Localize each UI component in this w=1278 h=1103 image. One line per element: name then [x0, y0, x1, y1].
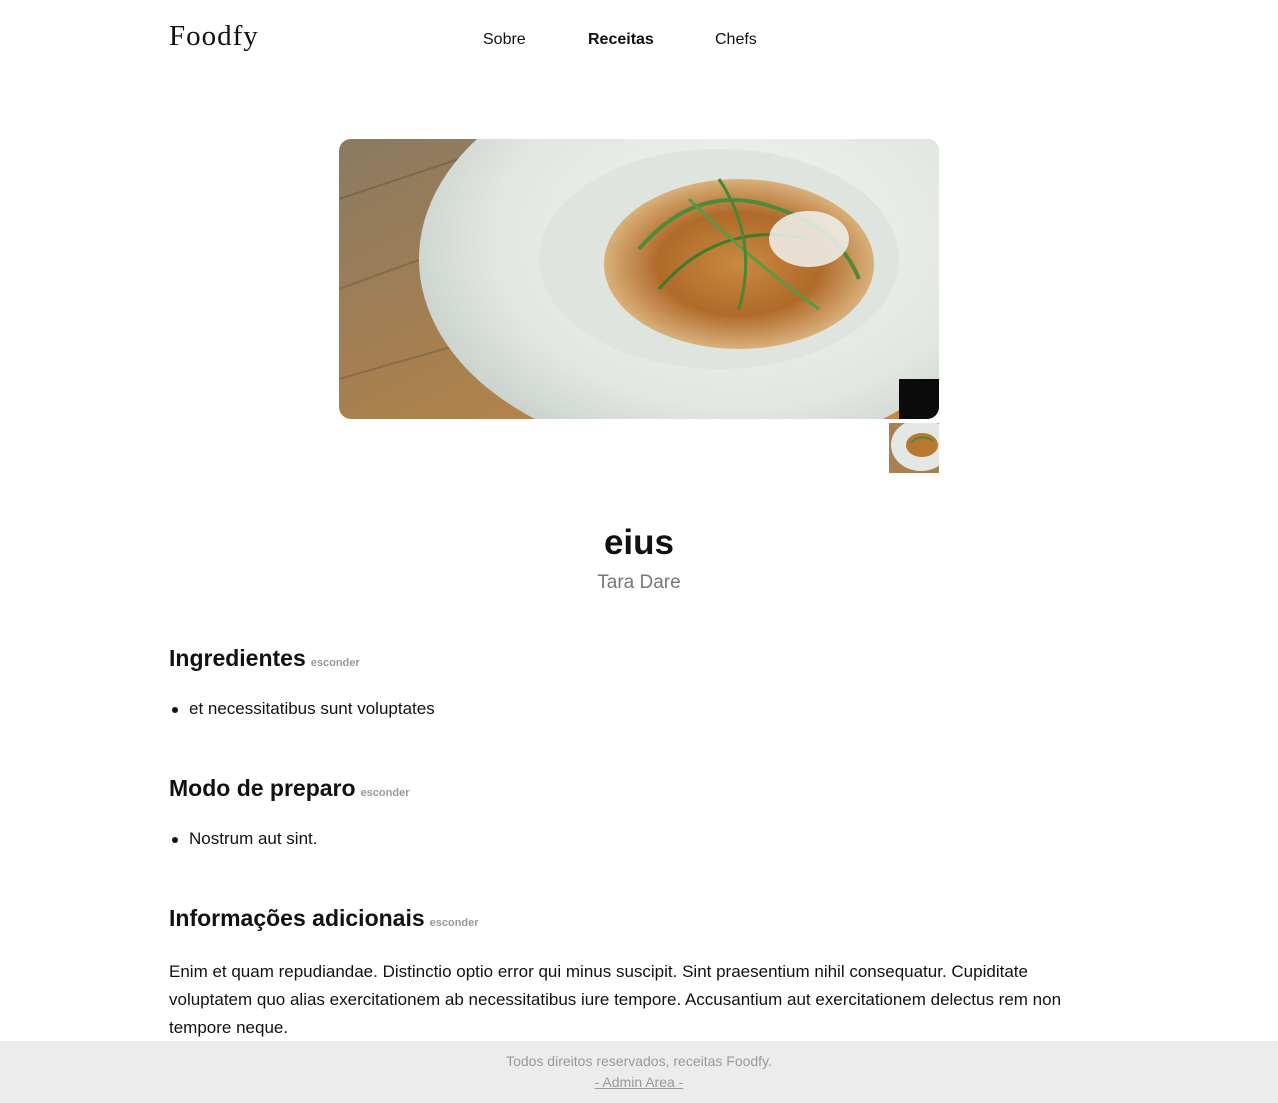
ingredients-heading: Ingredientes	[169, 645, 306, 671]
ingredients-list: et necessitatibus sunt voluptates	[169, 699, 1109, 719]
preparation-text: Nostrum aut sint.	[189, 829, 318, 848]
bullet-icon	[172, 707, 178, 713]
nav-link-receitas[interactable]: Receitas	[588, 31, 654, 49]
list-item: Nostrum aut sint.	[169, 829, 1109, 849]
information-text: Enim et quam repudiandae. Distinctio opt…	[169, 962, 1062, 1037]
recipe-thumbnail[interactable]	[889, 423, 939, 473]
ingredients-section: Ingredientes esconder et necessitatibus s…	[169, 645, 1109, 719]
nav-link-chefs[interactable]: Chefs	[715, 31, 757, 49]
recipe-title: eius	[603, 523, 675, 562]
bullet-icon	[172, 837, 178, 843]
copyright-text: Todos direitos reservados, receitas Food…	[506, 1053, 772, 1069]
recipe-author: Tara Dare	[597, 572, 681, 593]
nav-link-sobre[interactable]: Sobre	[483, 31, 526, 49]
site-footer: Todos direitos reservados, receitas Food…	[0, 1041, 1278, 1103]
ingredients-toggle-button[interactable]: esconder	[311, 657, 360, 669]
ingredient-text: et necessitatibus sunt voluptates	[189, 699, 435, 718]
main-nav: Sobre Receitas Chefs	[0, 31, 1278, 53]
preparation-list: Nostrum aut sint.	[169, 829, 1109, 849]
preparation-heading: Modo de preparo	[169, 775, 356, 801]
preparation-toggle-button[interactable]: esconder	[361, 787, 410, 799]
recipe-main-image	[339, 139, 939, 419]
admin-area-link[interactable]: - Admin Area -	[0, 1074, 1278, 1090]
preparation-section: Modo de preparo esconder Nostrum aut sint…	[169, 775, 1109, 849]
pasta-dish-photo	[339, 139, 939, 419]
information-heading: Informações adicionais	[169, 905, 425, 931]
pasta-thumbnail-image	[889, 423, 939, 473]
site-header: Foodfy Sobre Receitas Chefs	[0, 0, 1278, 80]
information-section: Informações adicionais esconder Enim et q…	[169, 905, 1109, 1042]
list-item: et necessitatibus sunt voluptates	[169, 699, 1109, 719]
information-toggle-button[interactable]: esconder	[430, 917, 479, 929]
